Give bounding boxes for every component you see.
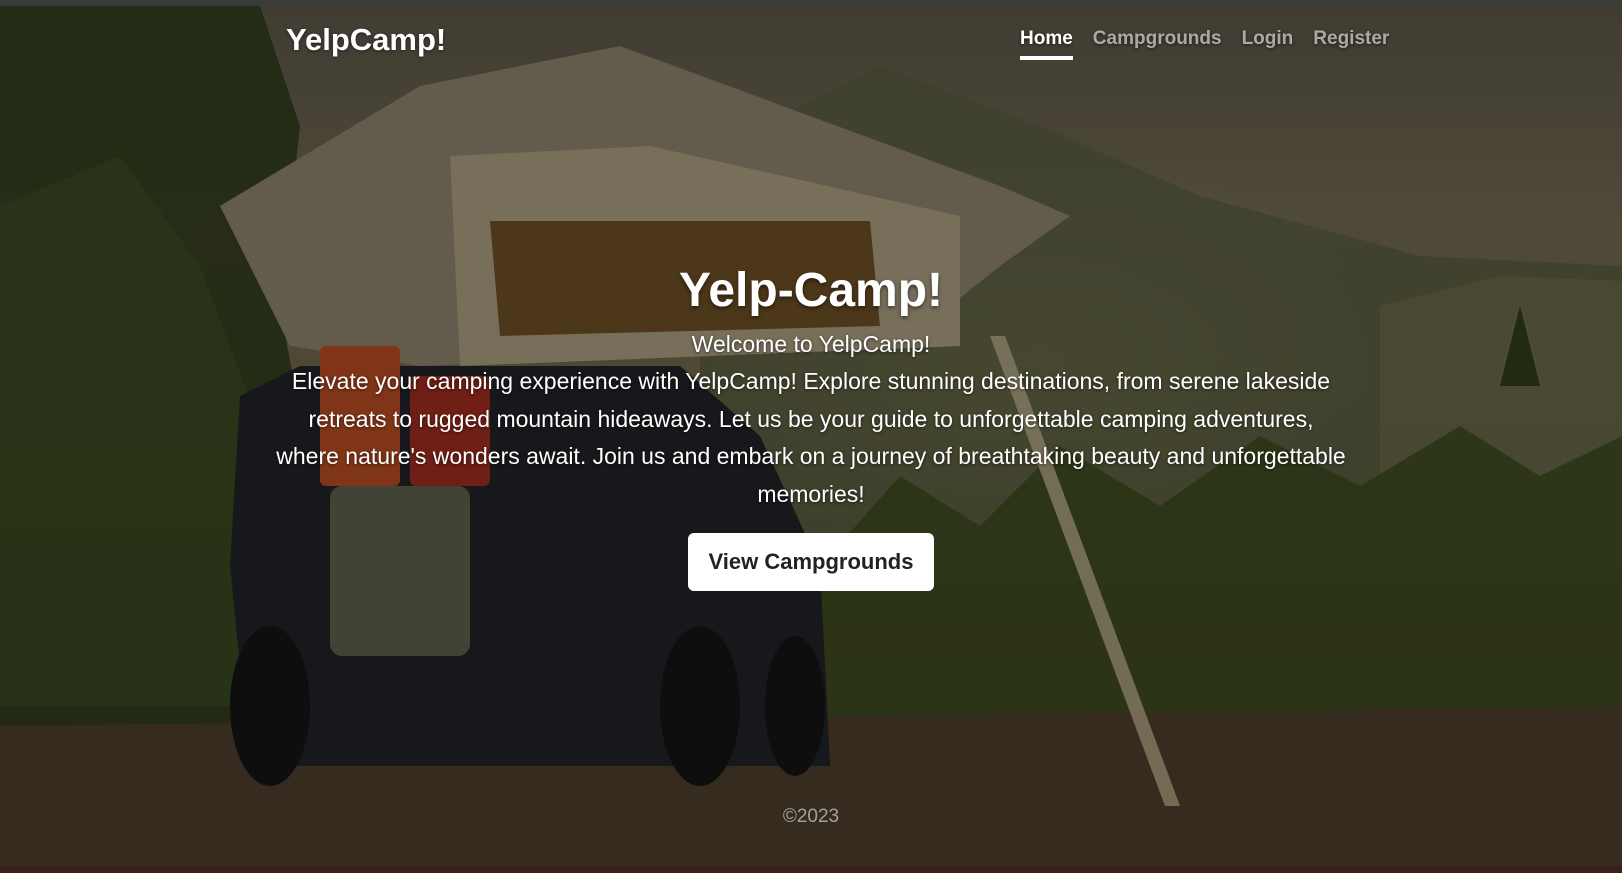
view-campgrounds-button[interactable]: View Campgrounds	[687, 533, 935, 591]
nav-links: Home Campgrounds Login Register	[1020, 28, 1389, 60]
nav-link-register[interactable]: Register	[1313, 28, 1389, 60]
hero-title: Yelp-Camp!	[678, 264, 944, 317]
brand-logo[interactable]: YelpCamp!	[286, 22, 446, 58]
hero-background: YelpCamp! Home Campgrounds Login Registe…	[0, 6, 1622, 866]
nav-link-login[interactable]: Login	[1242, 28, 1294, 60]
hero-description: Elevate your camping experience with Yel…	[276, 368, 1346, 507]
nav-link-campgrounds[interactable]: Campgrounds	[1093, 28, 1222, 60]
footer-copyright: ©2023	[782, 806, 840, 827]
hero-content: Yelp-Camp! Welcome to YelpCamp! Elevate …	[0, 261, 1622, 591]
nav-link-home[interactable]: Home	[1020, 28, 1073, 60]
hero-subtitle: Welcome to YelpCamp!	[691, 331, 931, 357]
navbar: YelpCamp! Home Campgrounds Login Registe…	[0, 6, 1622, 76]
browser-bottom-edge	[0, 866, 1622, 873]
